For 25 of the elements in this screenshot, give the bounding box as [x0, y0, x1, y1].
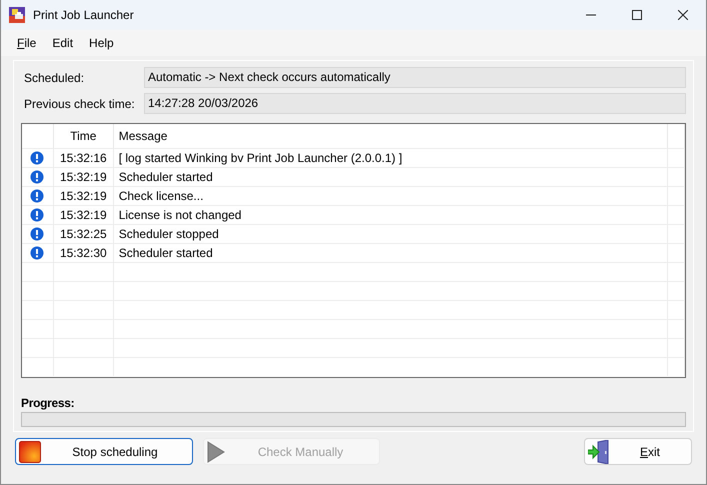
table-cell: 15:32:30: [54, 244, 114, 262]
column-header[interactable]: Message: [114, 124, 668, 148]
table-cell: 15:32:16: [54, 149, 114, 167]
progress-label: Progress:: [21, 396, 76, 410]
table-cell: 15:32:19: [54, 206, 114, 224]
window-title: Print Job Launcher: [33, 8, 134, 22]
table-cell: 15:32:19: [54, 187, 114, 205]
table-cell: Scheduler started: [114, 244, 668, 262]
menu-item[interactable]: File: [9, 36, 44, 50]
table-cell: 15:32:25: [54, 225, 114, 243]
readonly-field: Automatic -> Next check occurs automatically: [144, 67, 686, 88]
field-label: Previous check time:: [23, 96, 136, 110]
table-cell: [ log started Winking bv Print Job Launcher (2.0.0.1) ]: [114, 149, 668, 167]
readonly-field: 14:27:28 20/03/2026: [144, 93, 686, 114]
column-header[interactable]: Time: [54, 124, 114, 148]
field-label: Scheduled:: [23, 70, 86, 84]
table-cell: Scheduler started: [114, 168, 668, 186]
table-cell: 15:32:19: [54, 168, 114, 186]
exit-button[interactable]: Exit: [584, 438, 692, 465]
table-cell: License is not changed: [114, 206, 668, 224]
table-cell: Scheduler stopped: [114, 225, 668, 243]
menu-item[interactable]: Help: [81, 36, 122, 50]
stop-button[interactable]: Stop scheduling: [15, 438, 193, 465]
table-cell: Check license...: [114, 187, 668, 205]
menu-item[interactable]: Edit: [44, 36, 82, 50]
